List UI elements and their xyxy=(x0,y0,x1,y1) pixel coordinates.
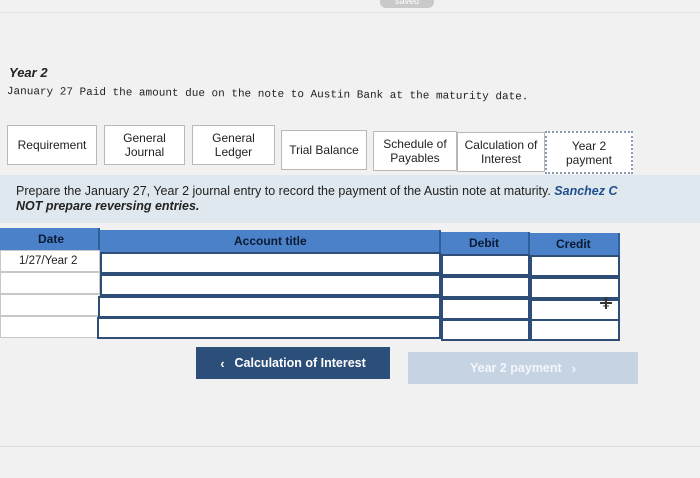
plus-icon[interactable] xyxy=(599,296,613,310)
instruction-main: Prepare the January 27, Year 2 journal e… xyxy=(16,184,551,198)
saved-status: saved xyxy=(380,0,434,8)
tab-trial-balance[interactable]: Trial Balance xyxy=(281,130,367,170)
transaction-description: January 27 Paid the amount due on the no… xyxy=(6,86,529,104)
account-input[interactable] xyxy=(100,274,441,296)
instruction-line2: NOT prepare reversing entries. xyxy=(16,199,200,213)
table-row xyxy=(0,294,620,321)
account-input[interactable] xyxy=(100,252,441,274)
table-row xyxy=(0,272,620,299)
prev-button-label: Calculation of Interest xyxy=(234,356,366,370)
credit-input[interactable] xyxy=(530,319,620,341)
date-cell[interactable] xyxy=(0,316,98,338)
date-cell: 1/27/Year 2 xyxy=(0,250,100,272)
top-divider xyxy=(0,12,700,13)
instruction-emphasis: Sanchez C xyxy=(554,184,618,198)
prev-button[interactable]: ‹ Calculation of Interest xyxy=(196,347,390,379)
table-row: 1/27/Year 2 xyxy=(0,250,620,277)
table-row xyxy=(0,316,620,341)
instruction-text: Prepare the January 27, Year 2 journal e… xyxy=(16,184,700,214)
header-date: Date xyxy=(0,228,100,250)
account-input[interactable] xyxy=(98,296,441,318)
date-cell[interactable] xyxy=(0,294,100,316)
bottom-divider xyxy=(0,446,700,447)
tab-calculation-of-interest[interactable]: Calculation of Interest xyxy=(457,132,545,172)
tab-schedule-of-payables[interactable]: Schedule of Payables xyxy=(373,131,457,171)
tab-requirement[interactable]: Requirement xyxy=(7,125,97,165)
next-button[interactable]: Year 2 payment › xyxy=(408,352,638,384)
debit-input[interactable] xyxy=(441,319,530,341)
chevron-right-icon: › xyxy=(571,360,577,376)
header-account-title: Account title xyxy=(100,230,441,252)
date-cell[interactable] xyxy=(0,272,100,294)
chevron-left-icon: ‹ xyxy=(220,355,225,371)
tab-year-2-payment[interactable]: Year 2 payment xyxy=(545,131,633,174)
journal-entry-table: Date Account title Debit Credit 1/27/Yea… xyxy=(0,228,620,344)
account-input[interactable] xyxy=(97,317,441,339)
tab-general-ledger[interactable]: General Ledger xyxy=(192,125,275,165)
year-heading: Year 2 xyxy=(9,65,48,80)
next-button-label: Year 2 payment xyxy=(469,361,562,375)
tab-general-journal[interactable]: General Journal xyxy=(104,125,185,165)
